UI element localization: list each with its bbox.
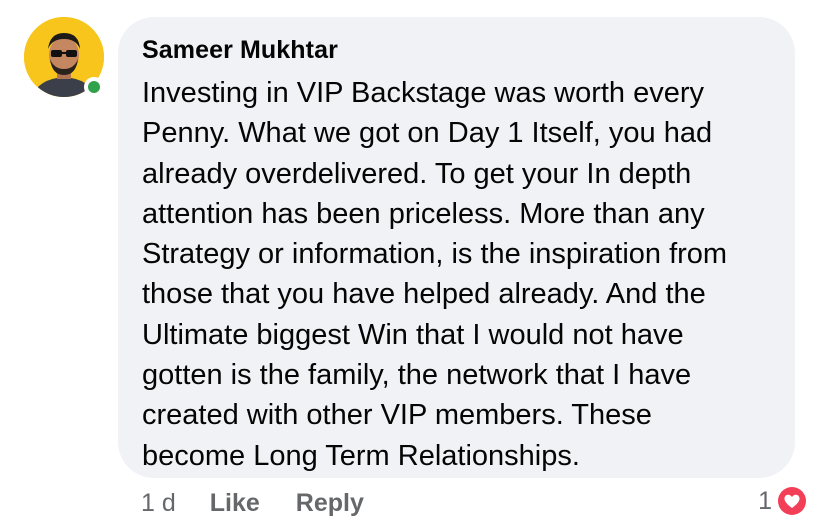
comment-text-line: already overdelivered. To get your In de… [142,157,692,190]
comment-text: Investing in VIP Backstage was worth eve… [142,73,775,476]
comment-text-line: Strategy or information, is the inspirat… [142,238,728,271]
online-status-dot [84,77,104,97]
reaction-count: 1 [758,486,772,515]
comment-text-line: created with other VIP members. These [142,399,652,432]
comment-text-line: Ultimate biggest Win that I would not ha… [142,318,684,351]
comment-bubble: Sameer Mukhtar Investing in VIP Backstag… [118,17,795,478]
like-button[interactable]: Like [210,489,260,518]
comment-text-line: Investing in VIP Backstage was worth eve… [142,77,705,109]
comment-actions: 1 d Like Reply [141,488,400,518]
reaction-summary[interactable]: 1 [758,484,808,518]
comment-text-line: attention has been priceless. More than … [142,197,705,230]
comment-text-line: become Long Term Relationships. [142,439,580,472]
comment-text-line: Penny. What we got on Day 1 Itself, you … [142,117,713,150]
comment-text-line: gotten is the family, the network that I… [142,359,692,392]
comment-avatar-wrapper[interactable] [24,17,104,97]
comment-text-line: those that you have helped already. And … [142,278,706,311]
comment-timestamp[interactable]: 1 d [141,489,176,518]
reply-button[interactable]: Reply [296,489,364,518]
heart-icon [776,485,808,517]
comment-author-name[interactable]: Sameer Mukhtar [142,35,775,65]
